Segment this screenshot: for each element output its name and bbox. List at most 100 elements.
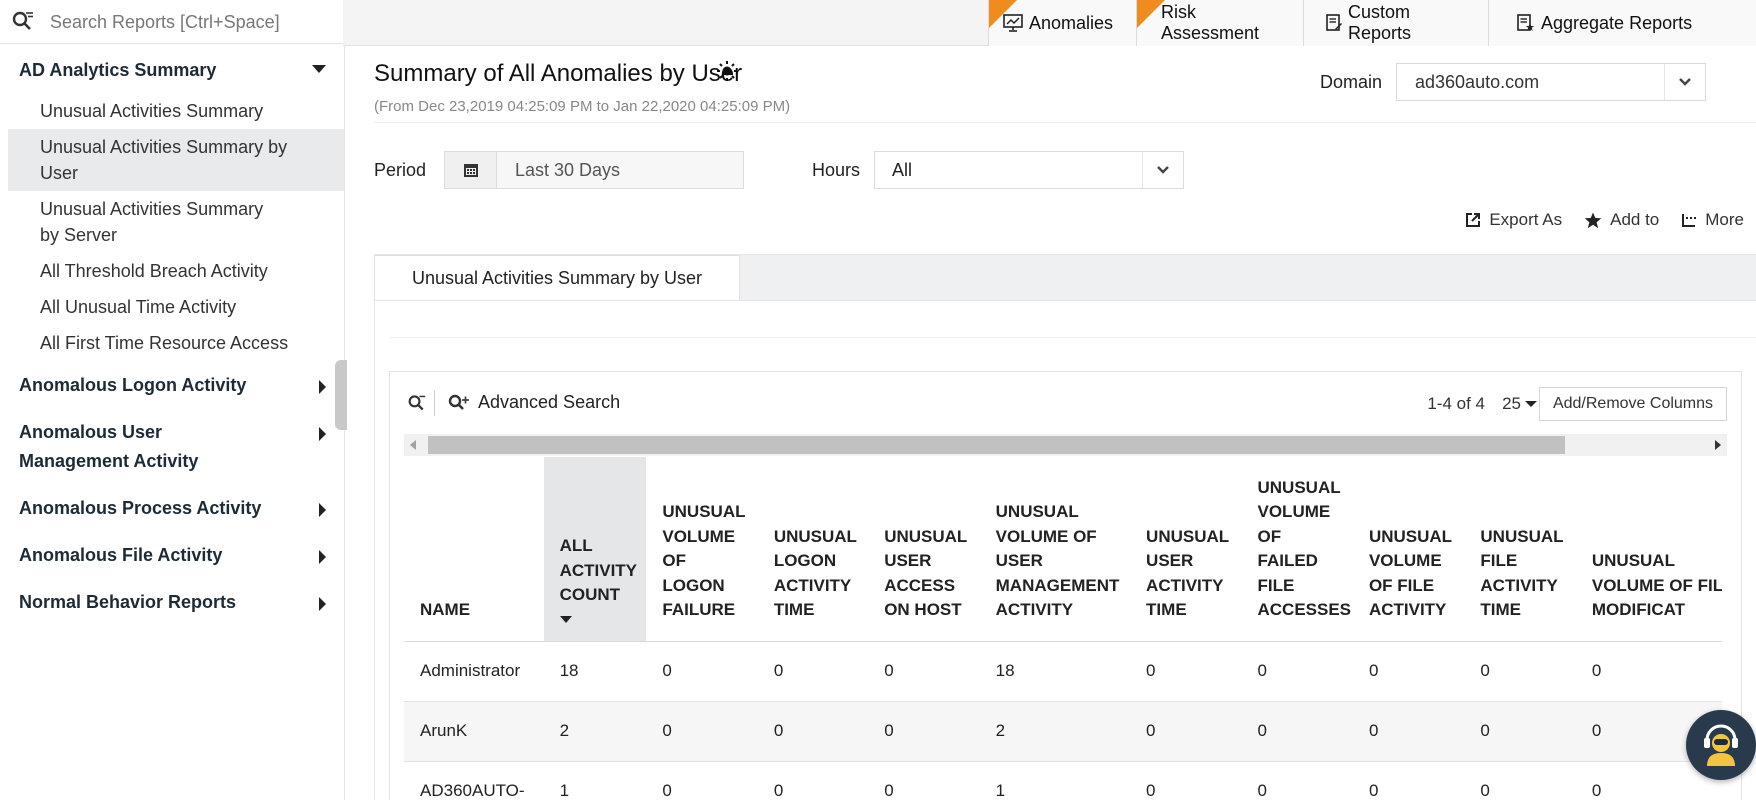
cell: 0 <box>646 761 758 800</box>
tab-anomalies[interactable]: Anomalies <box>988 0 1136 46</box>
cell[interactable]: 18 <box>979 641 1131 702</box>
export-as-label: Export As <box>1489 210 1563 229</box>
page-title: Summary of All Anomalies by User <box>374 60 743 87</box>
scroll-right-arrow[interactable] <box>1715 440 1721 450</box>
export-as-button[interactable]: Export As <box>1465 210 1562 230</box>
caret-right-icon <box>319 597 326 611</box>
cell-name[interactable]: ArunK <box>404 701 544 762</box>
cell: 0 <box>1575 641 1722 702</box>
cell-name[interactable]: Administrator <box>404 641 544 702</box>
domain-select[interactable]: ad360auto.com <box>1396 63 1706 101</box>
grid-toolbar: Advanced Search 1-4 of 4 25 Add/Remove C… <box>390 372 1741 432</box>
report-area: Advanced Search 1-4 of 4 25 Add/Remove C… <box>374 300 1756 800</box>
scroll-thumb[interactable] <box>428 436 1565 454</box>
domain-label: Domain <box>1320 72 1383 92</box>
tab-risk-assessment[interactable]: Risk Assessment <box>1136 0 1303 46</box>
tab-custom-reports[interactable]: Custom Reports <box>1303 0 1488 46</box>
report-actions: Export As Add to More <box>1465 210 1744 230</box>
sidebar-item-all-unusual-time-activity[interactable]: All Unusual Time Activity <box>8 289 344 325</box>
search-filter-icon[interactable] <box>12 10 34 32</box>
column-header[interactable]: UNUSUAL VOLUME OF FAILED FILE ACCESSES <box>1241 457 1353 642</box>
sidebar-group-label: AD Analytics Summary <box>19 60 217 80</box>
caret-right-icon <box>319 503 326 517</box>
calendar-button[interactable] <box>445 152 497 188</box>
chevron-down-icon <box>1157 166 1169 174</box>
divider <box>374 122 1756 123</box>
sidebar-group-anomalous-logon-activity[interactable]: Anomalous Logon Activity <box>8 361 344 408</box>
divider <box>389 337 1756 338</box>
column-header[interactable]: UNUSUAL USER ACCESS ON HOST <box>868 457 980 642</box>
cell[interactable]: 1 <box>979 761 1131 800</box>
page-size-select[interactable]: 25 <box>1502 394 1537 414</box>
period-select[interactable]: Last 30 Days <box>444 151 744 189</box>
cell-name[interactable]: AD360AUTO- <box>404 761 544 800</box>
tab-aggregate-reports[interactable]: Aggregate Reports <box>1488 0 1756 46</box>
sidebar-group-label: Anomalous User Management Activity <box>19 422 199 471</box>
chevron-down-icon <box>1679 78 1691 86</box>
quick-filter-icon[interactable] <box>408 394 426 412</box>
cell[interactable]: 2 <box>979 701 1131 762</box>
sidebar-item-all-first-time-resource-access[interactable]: All First Time Resource Access <box>8 325 344 361</box>
sidebar-group-anomalous-user-management-activity[interactable]: Anomalous User Management Activity <box>8 408 344 484</box>
cell: 0 <box>757 701 869 762</box>
sidebar-group-label: Anomalous Process Activity <box>19 498 262 518</box>
scroll-left-arrow[interactable] <box>410 440 416 450</box>
report-tab-strip: Unusual Activities Summary by User <box>374 254 1756 301</box>
support-agent-icon <box>1704 724 1738 766</box>
calendar-icon <box>464 164 478 177</box>
add-remove-columns-button[interactable]: Add/Remove Columns <box>1539 387 1727 421</box>
sidebar-item-unusual-activities-summary-by-user[interactable]: Unusual Activities Summary by User <box>8 129 344 191</box>
sidebar-item-unusual-activities-summary-by-server[interactable]: Unusual Activities Summary by Server <box>8 191 344 253</box>
cell: 0 <box>1352 761 1465 800</box>
advanced-search-button[interactable]: Advanced Search <box>448 392 620 413</box>
column-header-all-activity-count[interactable]: ALL ACTIVITY COUNT <box>543 457 647 642</box>
column-header[interactable]: UNUSUAL VOLUME OF USER MANAGEMENT ACTIVI… <box>979 457 1131 642</box>
sidebar-group-label: Anomalous Logon Activity <box>19 375 247 395</box>
table-row[interactable]: AD360AUTO- 1 0 0 0 1 0 0 0 0 0 <box>404 761 1722 800</box>
cell: 0 <box>868 641 980 702</box>
cell: 0 <box>646 641 758 702</box>
cell: 0 <box>646 701 758 762</box>
tab-unusual-activities-summary-by-user[interactable]: Unusual Activities Summary by User <box>374 255 740 301</box>
period-label: Period <box>374 160 427 180</box>
cell[interactable]: 1 <box>543 761 647 800</box>
tab-label: Aggregate Reports <box>1541 12 1693 33</box>
report-edit-icon <box>1326 14 1342 31</box>
cell[interactable]: 18 <box>543 641 647 702</box>
search-reports-input[interactable] <box>48 5 338 39</box>
data-table-wrap: NAME ALL ACTIVITY COUNT UNUSUAL VOLUME O… <box>404 457 1727 800</box>
cell: 0 <box>757 641 869 702</box>
sidebar-group-normal-behavior-reports[interactable]: Normal Behavior Reports <box>8 578 344 625</box>
column-header[interactable]: UNUSUAL VOLUME OF LOGON FAILURE <box>646 457 758 642</box>
add-to-button[interactable]: Add to <box>1584 210 1659 230</box>
cell[interactable]: 2 <box>543 701 647 762</box>
sidebar-group-anomalous-file-activity[interactable]: Anomalous File Activity <box>8 531 344 578</box>
divider <box>1142 152 1143 188</box>
column-header[interactable]: UNUSUAL LOGON ACTIVITY TIME <box>757 457 869 642</box>
caret-right-icon <box>319 427 326 441</box>
horizontal-scrollbar[interactable] <box>404 434 1727 456</box>
add-to-label: Add to <box>1610 210 1660 229</box>
tab-label: Custom Reports <box>1348 2 1412 43</box>
caret-down-icon <box>1525 401 1537 407</box>
cell: 0 <box>868 701 980 762</box>
sidebar-group-anomalous-process-activity[interactable]: Anomalous Process Activity <box>8 484 344 531</box>
sidebar-item-unusual-activities-summary[interactable]: Unusual Activities Summary <box>8 93 344 129</box>
table-row[interactable]: Administrator 18 0 0 0 18 0 0 0 0 0 <box>404 641 1722 702</box>
sidebar-group-ad-analytics-summary[interactable]: AD Analytics Summary <box>8 46 344 93</box>
advanced-search-label: Advanced Search <box>478 392 621 412</box>
table-row[interactable]: ArunK 2 0 0 0 2 0 0 0 0 0 <box>404 701 1722 762</box>
column-header[interactable]: UNUSUAL VOLUME OF FILE ACTIVITY <box>1352 457 1465 642</box>
sidebar-item-all-threshold-breach-activity[interactable]: All Threshold Breach Activity <box>8 253 344 289</box>
more-button[interactable]: More <box>1681 210 1744 230</box>
top-tabs: Anomalies Risk Assessment Custom Reports… <box>343 0 1756 46</box>
divider <box>1664 64 1665 100</box>
sun-icon[interactable] <box>716 60 738 82</box>
column-header[interactable]: UNUSUAL FILE ACTIVITY TIME <box>1464 457 1576 642</box>
column-header[interactable]: UNUSUAL USER ACTIVITY TIME <box>1130 457 1242 642</box>
hours-select[interactable]: All <box>874 151 1184 189</box>
chat-assistant-button[interactable] <box>1686 710 1756 780</box>
column-header-name[interactable]: NAME <box>404 457 544 642</box>
new-badge-ribbon <box>989 0 1017 28</box>
column-header[interactable]: UNUSUAL VOLUME OF FILE MODIFICAT <box>1575 457 1722 642</box>
